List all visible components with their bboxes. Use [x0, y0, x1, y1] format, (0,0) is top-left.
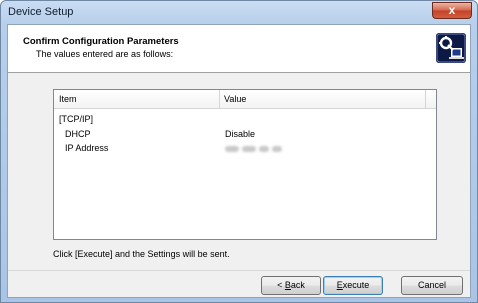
cancel-button[interactable]: Cancel [401, 276, 463, 295]
column-divider[interactable] [425, 90, 426, 108]
ip-address-value-redacted [225, 144, 293, 152]
wizard-header: Confirm Configuration Parameters The val… [8, 25, 470, 73]
title-bar[interactable]: Device Setup x [1, 1, 477, 23]
execute-button[interactable]: Execute [323, 276, 383, 295]
list-item-tcpip: [TCP/IP] [59, 114, 94, 124]
back-button-label: ack [290, 280, 305, 290]
back-button[interactable]: < Back [261, 276, 321, 295]
page-title: Confirm Configuration Parameters [23, 36, 179, 47]
close-icon: x [448, 3, 456, 17]
dialog-client-area: Confirm Configuration Parameters The val… [7, 24, 471, 298]
column-header-value[interactable]: Value [224, 94, 246, 104]
close-button[interactable]: x [432, 2, 472, 19]
window-title: Device Setup [8, 6, 74, 18]
device-config-icon [436, 33, 466, 63]
execute-button-label: xecute [342, 280, 370, 290]
button-row-divider [8, 270, 470, 271]
column-divider[interactable] [219, 90, 220, 108]
instruction-text: Click [Execute] and the Settings will be… [53, 249, 230, 259]
device-setup-window: Device Setup x Confirm Configuration Par… [0, 0, 478, 303]
list-header: Item Value [54, 90, 436, 109]
settings-list[interactable]: Item Value [TCP/IP] DHCP Disable IP Addr… [53, 89, 437, 240]
back-button-prefix: < [277, 280, 285, 290]
column-header-item[interactable]: Item [59, 94, 77, 104]
page-subtitle: The values entered are as follows: [36, 49, 174, 59]
list-item-dhcp-value: Disable [225, 129, 256, 139]
list-item-ip-address: IP Address [65, 143, 109, 153]
list-item-dhcp: DHCP [65, 129, 91, 139]
